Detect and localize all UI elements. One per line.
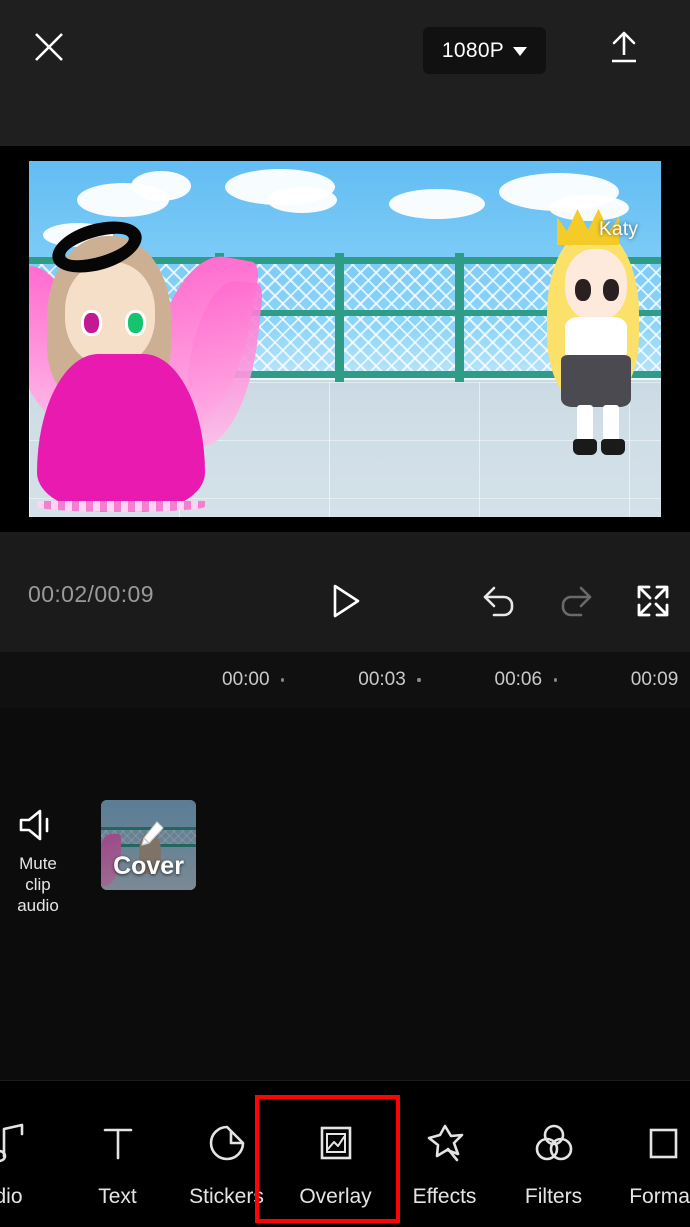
video-canvas[interactable]: Katy	[29, 161, 661, 517]
ruler-tick: 00:09	[630, 669, 679, 690]
cover-thumbnail[interactable]: Cover	[101, 800, 196, 890]
text-icon	[98, 1121, 138, 1165]
redo-icon	[561, 586, 592, 617]
timeline-panel[interactable]: Mute clip audio Cover	[0, 708, 690, 1080]
tool-stickers[interactable]: Stickers	[172, 1099, 281, 1217]
fence-post	[455, 253, 464, 383]
tool-text-label: Text	[98, 1185, 137, 1208]
tool-list: dio Text Stickers Overlay Effects Filter…	[0, 1099, 690, 1219]
tool-filters[interactable]: Filters	[499, 1099, 608, 1217]
close-button[interactable]	[25, 23, 73, 71]
image-overlay-icon	[316, 1121, 356, 1165]
bottom-toolbar: dio Text Stickers Overlay Effects Filter…	[0, 1080, 690, 1227]
redo-button[interactable]	[551, 576, 601, 626]
fence-post	[335, 253, 344, 383]
resolution-selector[interactable]: 1080P	[423, 27, 546, 74]
tool-format-label: Format	[629, 1185, 690, 1208]
export-button[interactable]	[600, 23, 648, 71]
ruler-tick: 00:06	[494, 669, 543, 690]
mute-clip-audio-button[interactable]: Mute clip audio	[5, 807, 71, 916]
playback-bar: 00:02/00:09	[0, 532, 690, 652]
dress	[37, 354, 205, 512]
time-display: 00:02/00:09	[28, 581, 154, 607]
eye-right	[125, 310, 146, 336]
upload-icon	[612, 31, 636, 63]
preview-area[interactable]: Katy	[0, 146, 690, 532]
tool-text[interactable]: Text	[63, 1099, 172, 1217]
tool-audio-label: dio	[0, 1185, 23, 1208]
cloud	[389, 189, 485, 219]
tool-effects-label: Effects	[412, 1185, 477, 1208]
fullscreen-icon	[637, 585, 669, 617]
tool-filters-label: Filters	[524, 1185, 583, 1208]
character-katy[interactable]: Katy	[521, 195, 661, 485]
undo-icon	[483, 586, 514, 617]
cover-label: Cover	[113, 852, 184, 880]
undo-button[interactable]	[474, 576, 524, 626]
tool-audio[interactable]: dio	[0, 1099, 63, 1217]
eye-right	[603, 279, 619, 301]
tool-overlay[interactable]: Overlay	[281, 1099, 390, 1217]
top-bar: 1080P	[0, 0, 690, 146]
play-button[interactable]	[320, 576, 370, 626]
video-editor-app: 1080P Katy 00:02/00:09 00:00 00:03 00:06…	[0, 0, 690, 1227]
shoe-right	[601, 439, 625, 455]
ruler-dot	[417, 678, 421, 682]
dress-trim	[37, 501, 205, 512]
resolution-label: 1080P	[441, 38, 505, 62]
mute-label-line1: Mute clip	[19, 854, 57, 894]
music-note-icon	[0, 1121, 28, 1165]
close-icon	[35, 33, 63, 61]
ruler-dot	[281, 678, 285, 682]
fullscreen-button[interactable]	[628, 576, 678, 626]
ruler-tick: 00:00	[222, 669, 270, 690]
pencil-icon	[141, 821, 164, 846]
chevron-down-icon	[513, 47, 528, 56]
tool-effects[interactable]: Effects	[390, 1099, 499, 1217]
sock-left	[577, 405, 593, 441]
cloud	[131, 171, 191, 201]
eye-left	[81, 310, 102, 336]
timeline-ruler[interactable]: 00:00 00:03 00:06 00:09	[0, 652, 690, 708]
character-name-label: Katy	[599, 219, 639, 240]
shoe-left	[573, 439, 597, 455]
sock-right	[603, 405, 619, 441]
ruler-tick: 00:03	[358, 669, 406, 690]
tool-format[interactable]: Format	[608, 1099, 690, 1217]
tool-stickers-label: Stickers	[189, 1185, 264, 1208]
mute-label-line2: audio	[17, 896, 59, 915]
ruler-dot	[553, 678, 557, 682]
skirt	[561, 355, 631, 407]
square-format-icon	[643, 1121, 683, 1165]
character-angel[interactable]	[29, 206, 329, 517]
speaker-icon	[19, 809, 49, 841]
play-icon	[333, 584, 360, 618]
magic-star-icon	[424, 1121, 466, 1165]
tool-overlay-label: Overlay	[299, 1185, 372, 1208]
eye-left	[575, 279, 591, 301]
filters-circles-icon	[533, 1121, 575, 1165]
sticker-icon	[207, 1121, 247, 1165]
mute-clip-audio-label: Mute clip audio	[5, 853, 71, 916]
